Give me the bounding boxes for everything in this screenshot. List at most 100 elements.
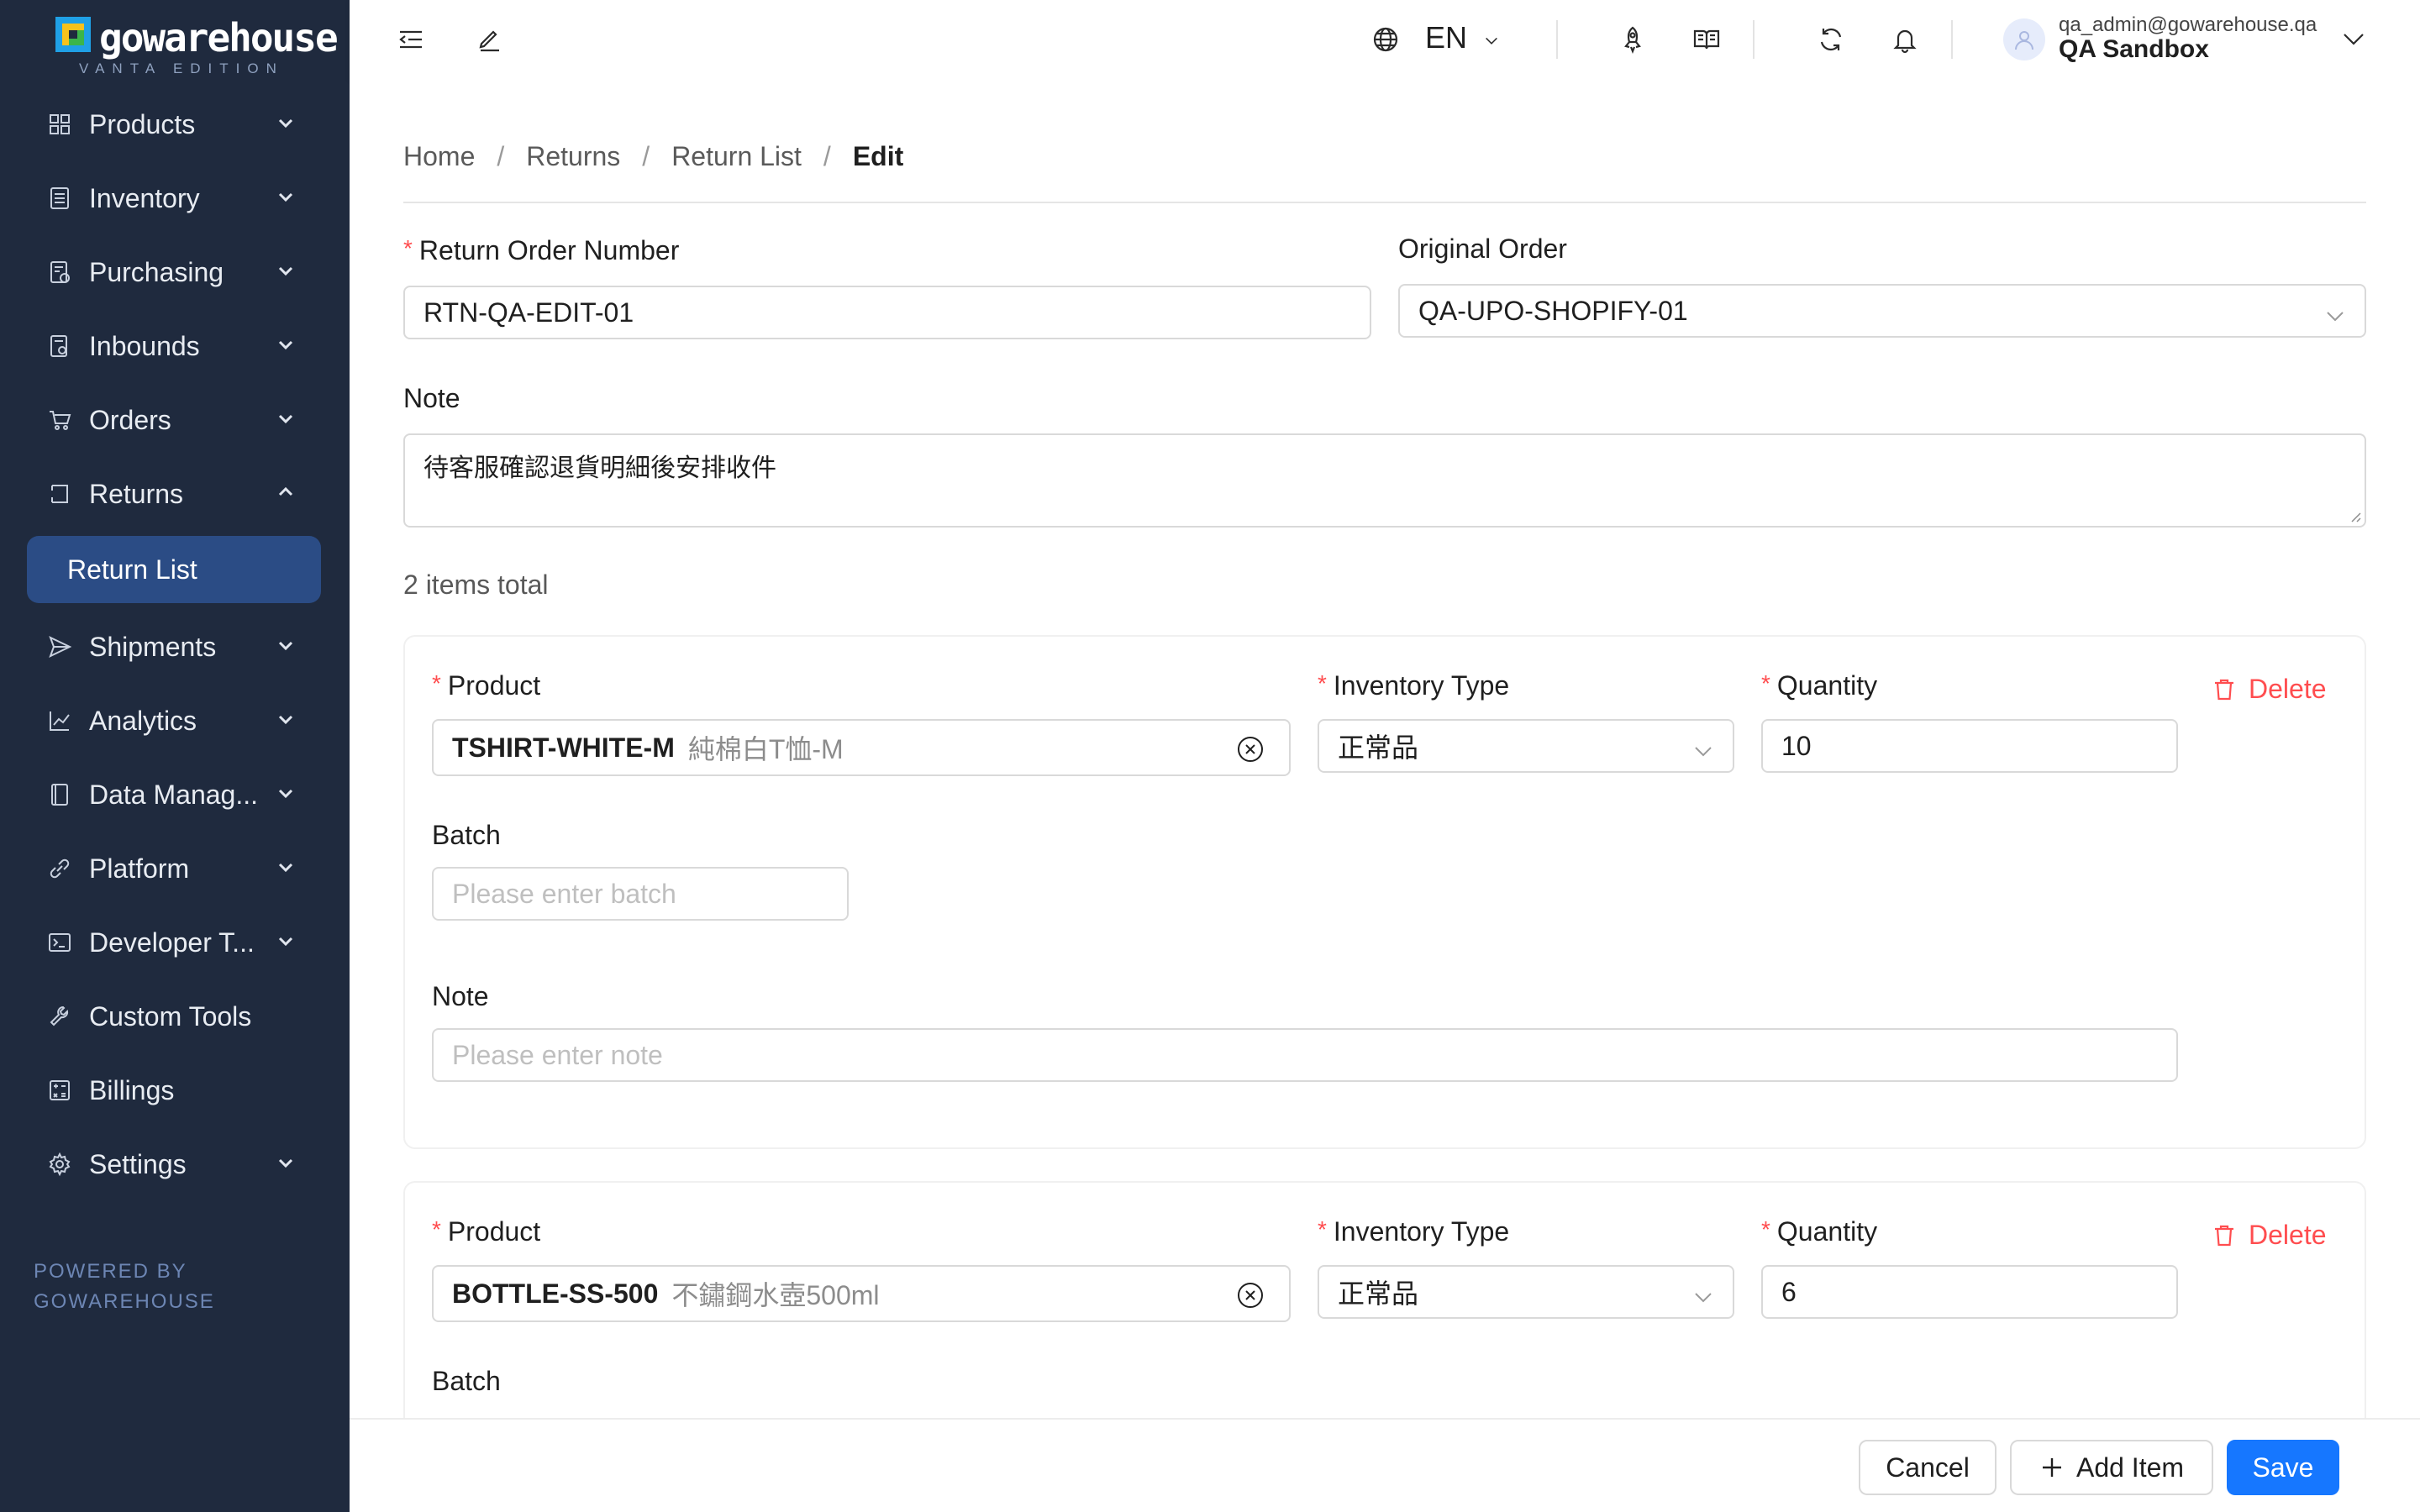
product-select[interactable]: BOTTLE-SS-500 不鏽鋼水壺500ml — [432, 1265, 1291, 1322]
delete-label: Delete — [2249, 1220, 2327, 1250]
required-mark: * — [1318, 670, 1327, 696]
cart-icon — [47, 407, 72, 433]
sidebar-item-label: Orders — [89, 404, 171, 435]
product-label: * Product — [432, 670, 540, 701]
sidebar-item-data-management[interactable]: Data Manag... — [0, 758, 350, 832]
brand-logo[interactable]: gowarehouse VANTA EDITION — [55, 15, 339, 76]
breadcrumb-separator: / — [642, 141, 650, 171]
avatar[interactable] — [2003, 18, 2045, 60]
quantity-value: 6 — [1781, 1276, 1797, 1307]
sidebar-subitem-return-list[interactable]: Return List — [27, 536, 321, 603]
inventory-type-value: 正常品 — [1338, 732, 1419, 763]
sidebar-item-inventory[interactable]: Inventory — [0, 161, 350, 235]
required-mark: * — [432, 670, 441, 696]
sidebar-item-products[interactable]: Products — [0, 87, 350, 161]
main-content: Home / Returns / Return List / Edit * Ret… — [350, 79, 2420, 1418]
gear-icon — [47, 1152, 72, 1177]
grid-icon — [47, 112, 72, 137]
inventory-type-select[interactable]: 正常品 — [1318, 1265, 1734, 1319]
clear-circle-icon[interactable] — [1235, 734, 1265, 764]
delete-item-button[interactable]: Delete — [2212, 674, 2327, 705]
sidebar-item-purchasing[interactable]: Purchasing — [0, 235, 350, 309]
sidebar-item-returns[interactable]: Returns — [0, 457, 350, 531]
header-divider — [1556, 20, 1558, 59]
batch-label: Batch — [432, 820, 501, 850]
sidebar-subitem-label: Return List — [67, 554, 197, 585]
sidebar-item-analytics[interactable]: Analytics — [0, 684, 350, 758]
batch-input[interactable]: Please enter batch — [432, 867, 849, 921]
trash-icon — [2215, 679, 2233, 700]
chevron-down-icon[interactable] — [2338, 24, 2370, 55]
powered-by-line2: GOWAREHOUSE — [34, 1290, 215, 1313]
sidebar-item-shipments[interactable]: Shipments — [0, 610, 350, 684]
quantity-input[interactable]: 6 — [1761, 1265, 2178, 1319]
logo-mark-icon — [55, 17, 91, 52]
sidebar-item-label: Products — [89, 108, 196, 139]
save-label: Save — [2252, 1452, 2314, 1483]
required-mark: * — [1318, 1216, 1327, 1242]
chevron-down-icon — [1692, 1284, 1714, 1305]
powered-by-line1: POWERED BY — [34, 1260, 187, 1283]
collapse-menu-icon[interactable] — [395, 24, 427, 55]
terminal-icon — [47, 930, 72, 955]
breadcrumb-return-list[interactable]: Return List — [671, 141, 802, 172]
item-note-input[interactable]: Please enter note — [432, 1028, 2178, 1082]
inventory-type-label-text: Inventory Type — [1333, 670, 1510, 701]
required-mark: * — [403, 235, 413, 261]
brand-edition: VANTA EDITION — [79, 60, 284, 76]
add-item-button[interactable]: Add Item — [2010, 1440, 2213, 1495]
sidebar-item-label: Inventory — [89, 182, 200, 213]
note-textarea[interactable]: 待客服確認退貨明細後安排收件 — [403, 433, 2366, 528]
return-order-number-input[interactable]: RTN-QA-EDIT-01 — [403, 286, 1371, 339]
batch-label: Batch — [432, 1366, 501, 1396]
header-divider — [1951, 20, 1953, 59]
delete-item-button[interactable]: Delete — [2212, 1220, 2327, 1251]
original-order-select[interactable]: QA-UPO-SHOPIFY-01 — [1398, 284, 2366, 338]
product-label: * Product — [432, 1216, 540, 1247]
sidebar-item-billings[interactable]: Billings — [0, 1053, 350, 1127]
sidebar-item-label: Settings — [89, 1148, 187, 1179]
sidebar-item-settings[interactable]: Settings — [0, 1127, 350, 1201]
inventory-type-select[interactable]: 正常品 — [1318, 719, 1734, 773]
sidebar-item-custom-tools[interactable]: Custom Tools — [0, 979, 350, 1053]
chevron-down-icon — [276, 113, 296, 133]
delete-label: Delete — [2249, 674, 2327, 704]
refresh-icon[interactable] — [1815, 24, 1847, 55]
sidebar-item-orders[interactable]: Orders — [0, 383, 350, 457]
globe-icon[interactable] — [1370, 24, 1402, 55]
cancel-button[interactable]: Cancel — [1859, 1440, 1996, 1495]
breadcrumb-returns[interactable]: Returns — [526, 141, 620, 172]
sidebar-item-platform[interactable]: Platform — [0, 832, 350, 906]
product-code: BOTTLE-SS-500 — [452, 1278, 659, 1309]
clear-circle-icon[interactable] — [1235, 1280, 1265, 1310]
chevron-down-icon[interactable] — [1476, 25, 1507, 57]
quantity-label-text: Quantity — [1776, 670, 1878, 701]
rocket-icon[interactable] — [1617, 24, 1649, 55]
product-select[interactable]: TSHIRT-WHITE-M 純棉白T恤-M — [432, 719, 1291, 776]
chevron-down-icon — [2324, 302, 2346, 324]
save-button[interactable]: Save — [2227, 1440, 2339, 1495]
required-mark: * — [1761, 1216, 1770, 1242]
bell-icon[interactable] — [1889, 24, 1921, 55]
sidebar-item-inbounds[interactable]: Inbounds — [0, 309, 350, 383]
resize-handle-icon[interactable] — [2348, 509, 2361, 522]
required-mark: * — [1761, 670, 1770, 696]
return-order-number-value: RTN-QA-EDIT-01 — [424, 297, 634, 328]
link-icon — [47, 856, 72, 881]
sidebar-item-label: Returns — [89, 478, 184, 509]
top-header: EN qa_admin@gowarehouse.qa QA Sandbox — [350, 0, 2420, 79]
breadcrumb-home[interactable]: Home — [403, 141, 475, 172]
add-item-label: Add Item — [2075, 1452, 2185, 1483]
inventory-type-label-text: Inventory Type — [1333, 1216, 1510, 1247]
product-label-text: Product — [447, 1216, 541, 1247]
calculator-icon — [47, 1078, 72, 1103]
book-icon — [47, 782, 72, 807]
return-item-card: * Product BOTTLE-SS-500 不鏽鋼水壺500ml * Inven… — [403, 1181, 2366, 1418]
chevron-up-icon — [276, 482, 296, 502]
sidebar-item-developer-tools[interactable]: Developer T... — [0, 906, 350, 979]
language-selector[interactable]: EN — [1425, 20, 1467, 55]
edit-icon[interactable] — [474, 24, 506, 55]
docs-book-icon[interactable] — [1691, 24, 1723, 55]
sidebar-item-label: Custom Tools — [89, 1000, 252, 1032]
quantity-input[interactable]: 10 — [1761, 719, 2178, 773]
